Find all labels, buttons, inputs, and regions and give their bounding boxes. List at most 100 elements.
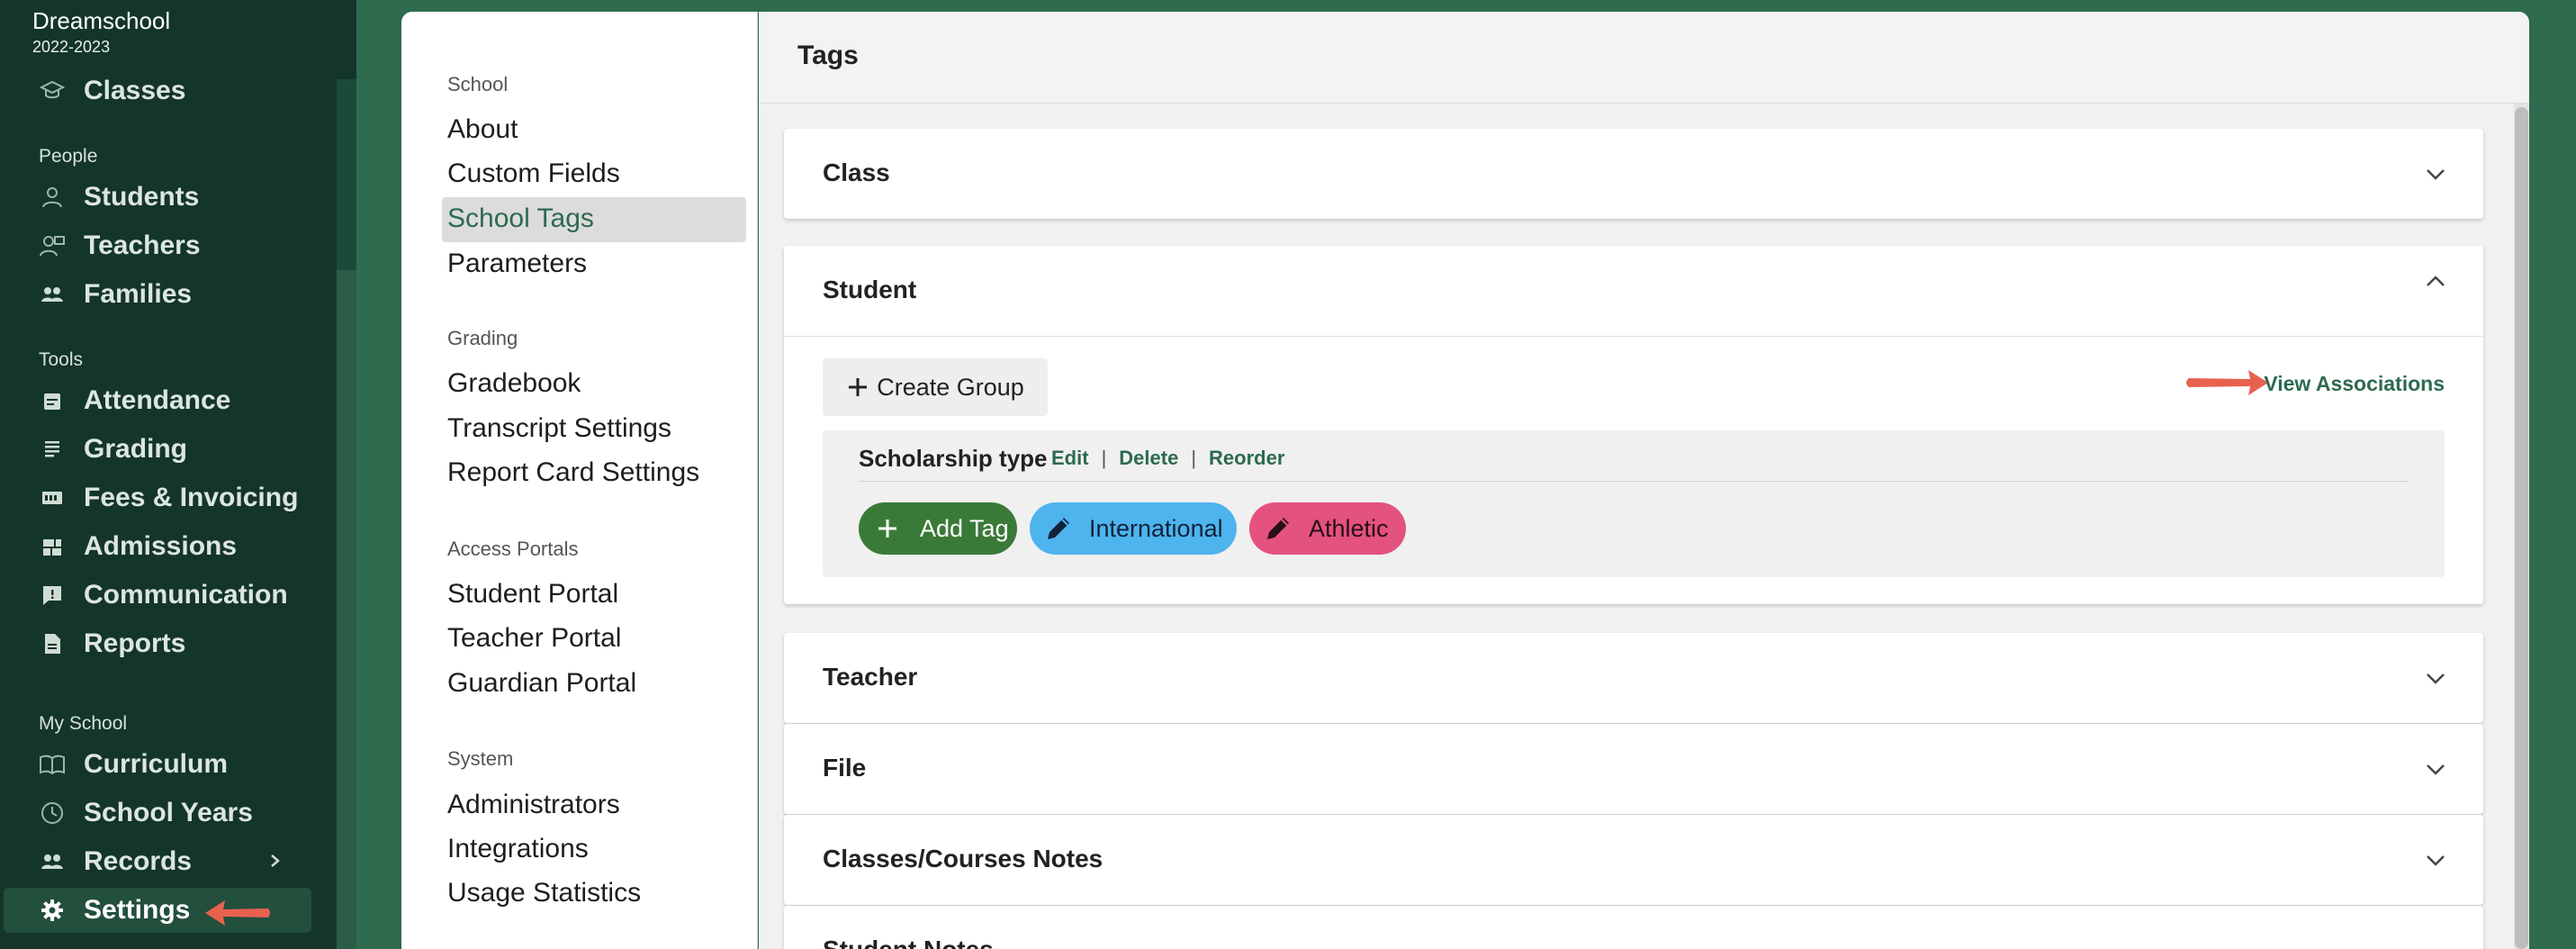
group-icon <box>39 848 66 875</box>
sidebar-item-families[interactable]: Families <box>0 272 311 317</box>
sidebar-item-teachers[interactable]: Teachers <box>0 223 311 268</box>
settings-nav-panel: School About Custom Fields School Tags P… <box>401 12 758 949</box>
settings-link-transcript-settings[interactable]: Transcript Settings <box>447 413 671 444</box>
settings-group-label: Grading <box>447 327 518 349</box>
settings-group-label: System <box>447 747 514 770</box>
sidebar-item-label: Reports <box>84 628 186 658</box>
sidebar-item-admissions[interactable]: Admissions <box>0 524 311 569</box>
add-tag-label: Add Tag <box>920 514 1009 542</box>
sidebar-item-students[interactable]: Students <box>0 175 311 220</box>
card-title: Student <box>823 276 917 303</box>
teacher-icon <box>39 232 66 259</box>
annotation-arrow-icon <box>2186 370 2268 395</box>
app-sidebar: Dreamschool 2022-2023 Classes People Stu… <box>0 0 356 949</box>
card-header[interactable]: Teacher <box>784 633 2483 723</box>
edit-group-link[interactable]: Edit <box>1051 447 1089 470</box>
settings-group-label: Access Portals <box>447 538 579 560</box>
person-icon <box>39 184 66 211</box>
book-icon <box>39 751 66 778</box>
school-year[interactable]: 2022-2023 <box>32 38 110 57</box>
chevron-down-icon[interactable] <box>2424 669 2447 687</box>
sidebar-item-label: Classes <box>84 76 186 105</box>
group-icon <box>39 281 66 308</box>
tag-label: International <box>1089 514 1223 542</box>
sidebar-item-fees-invoicing[interactable]: Fees & Invoicing <box>0 475 311 520</box>
main-scrollbar[interactable] <box>2515 107 2528 949</box>
settings-link-administrators[interactable]: Administrators <box>447 790 620 820</box>
sidebar-item-label: Families <box>84 279 193 309</box>
card-header[interactable]: Class <box>784 129 2483 219</box>
sidebar-item-grading[interactable]: Grading <box>0 427 311 472</box>
settings-link-school-tags[interactable]: School Tags <box>447 203 594 234</box>
chevron-right-icon[interactable] <box>266 848 284 878</box>
clock-icon <box>39 800 66 827</box>
create-group-label: Create Group <box>877 373 1024 401</box>
settings-link-teacher-portal[interactable]: Teacher Portal <box>447 623 621 654</box>
reorder-group-link[interactable]: Reorder <box>1209 447 1284 470</box>
tag-athletic[interactable]: Athletic <box>1249 502 1406 555</box>
sidebar-item-label: Communication <box>84 580 288 610</box>
card-header[interactable]: File <box>784 724 2483 814</box>
sidebar-item-label: Curriculum <box>84 749 229 779</box>
tag-group-name: Scholarship type <box>859 445 1048 472</box>
settings-group-label: School <box>447 73 509 95</box>
chevron-down-icon[interactable] <box>2424 165 2447 183</box>
settings-link-custom-fields[interactable]: Custom Fields <box>447 158 620 189</box>
settings-link-report-card-settings[interactable]: Report Card Settings <box>447 457 699 488</box>
card-title: Teacher <box>823 663 918 691</box>
divider <box>859 481 2409 482</box>
card-header[interactable]: Student <box>784 246 2483 336</box>
message-icon <box>39 582 66 609</box>
settings-link-usage-statistics[interactable]: Usage Statistics <box>447 878 641 908</box>
card-header[interactable]: Student Notes <box>784 906 2483 949</box>
delete-group-link[interactable]: Delete <box>1119 447 1178 470</box>
settings-link-guardian-portal[interactable]: Guardian Portal <box>447 668 636 699</box>
sidebar-item-label: Grading <box>84 434 188 464</box>
add-tag-button[interactable]: Add Tag <box>859 502 1017 555</box>
card-title: Student Notes <box>823 935 994 949</box>
tag-international[interactable]: International <box>1030 502 1237 555</box>
tag-category-student-notes[interactable]: Student Notes <box>784 906 2483 949</box>
settings-link-student-portal[interactable]: Student Portal <box>447 579 618 610</box>
pencil-icon <box>1042 512 1075 545</box>
tag-category-teacher[interactable]: Teacher <box>784 633 2483 723</box>
sidebar-scrollbar[interactable] <box>337 270 356 949</box>
card-header[interactable]: Classes/Courses Notes <box>784 815 2483 905</box>
tag-category-classes-notes[interactable]: Classes/Courses Notes <box>784 815 2483 905</box>
sidebar-item-label: Fees & Invoicing <box>84 483 299 512</box>
section-label-tools: Tools <box>39 349 84 370</box>
sidebar-item-reports[interactable]: Reports <box>0 621 311 666</box>
tag-label: Athletic <box>1309 514 1389 542</box>
sidebar-item-label: Attendance <box>84 385 231 415</box>
admissions-icon <box>39 533 66 560</box>
sidebar-item-label: Settings <box>84 895 191 925</box>
chevron-down-icon[interactable] <box>2424 851 2447 869</box>
settings-link-gradebook[interactable]: Gradebook <box>447 368 581 399</box>
settings-link-parameters[interactable]: Parameters <box>447 249 587 279</box>
card-title: Classes/Courses Notes <box>823 845 1103 872</box>
sidebar-item-label: Students <box>84 182 200 212</box>
tag-category-file[interactable]: File <box>784 724 2483 814</box>
settings-link-integrations[interactable]: Integrations <box>447 834 589 864</box>
chevron-down-icon[interactable] <box>2424 760 2447 778</box>
chevron-up-icon[interactable] <box>2424 273 2447 291</box>
sidebar-item-records[interactable]: Records <box>0 839 311 884</box>
sidebar-item-curriculum[interactable]: Curriculum <box>0 742 311 787</box>
gear-icon <box>39 897 66 924</box>
section-label-people: People <box>39 146 98 167</box>
sidebar-item-communication[interactable]: Communication <box>0 573 311 618</box>
view-associations-link[interactable]: View Associations <box>2264 372 2445 396</box>
tag-category-class[interactable]: Class <box>784 129 2483 219</box>
create-group-button[interactable]: Create Group <box>823 358 1048 416</box>
sidebar-item-classes[interactable]: Classes <box>0 68 311 113</box>
settings-link-about[interactable]: About <box>447 114 518 145</box>
sidebar-item-attendance[interactable]: Attendance <box>0 378 311 423</box>
plus-icon <box>871 512 904 545</box>
school-name[interactable]: Dreamschool <box>32 7 170 35</box>
tag-category-student: Student Create Group View Associations S… <box>784 246 2483 604</box>
tags-main-content: Tags Class Student Create Group View Ass… <box>759 12 2529 949</box>
calendar-icon <box>39 387 66 414</box>
sidebar-item-school-years[interactable]: School Years <box>0 791 311 836</box>
sidebar-item-label: Teachers <box>84 230 201 260</box>
gradebook-icon <box>39 436 66 463</box>
